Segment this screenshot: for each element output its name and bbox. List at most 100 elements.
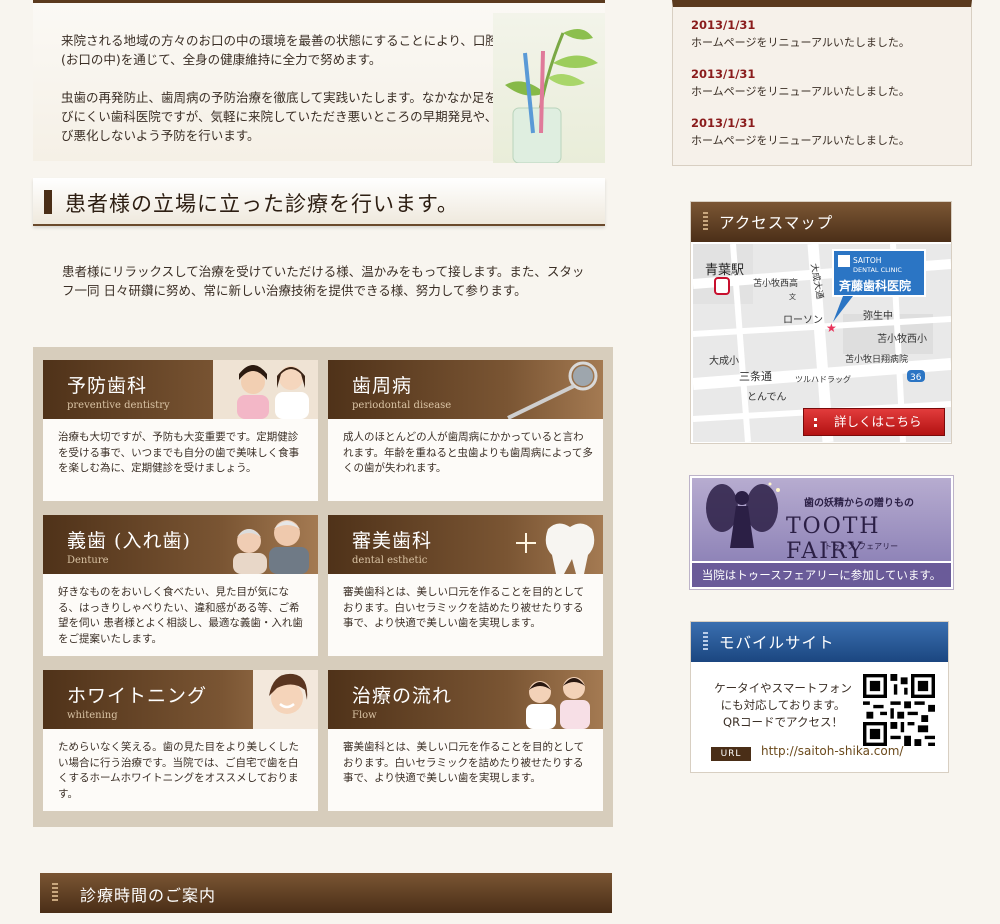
train-station-icon [714, 277, 730, 295]
qr-code-icon[interactable] [863, 674, 935, 746]
access-map-header: アクセスマップ [691, 202, 951, 242]
dental-mirror-icon [507, 361, 598, 419]
map-label-school1: 苫小牧西高 [753, 277, 798, 289]
clinic-name-jp: 斉藤歯科医院 [839, 278, 911, 293]
map-label-school2: 弥生中 [863, 309, 893, 322]
service-title[interactable]: ホワイトニング [67, 681, 207, 708]
patient-text: 患者様にリラックスして治療を受けていただける様、温かみをもって接します。また、ス… [62, 264, 585, 298]
access-map[interactable]: 青葉駅 SAITOH DENTAL CLINIC 斉藤歯科医院 ★ 苫小牧西高 … [693, 244, 951, 442]
access-map-widget: アクセスマップ 青葉駅 SAITOH DENTAL CLINIC 斉藤歯科医院 [690, 201, 952, 444]
map-details-button[interactable]: 詳しくはこちら [803, 408, 945, 436]
mobile-text-line1: ケータイやスマートフォン [714, 681, 852, 695]
service-title[interactable]: 治療の流れ [352, 681, 452, 708]
intro-para-1: 来院される地域の方々のお口の中の環境を最善の状態にすることにより、口腔内(お口の… [61, 33, 511, 67]
service-card-whitening[interactable]: ホワイトニング whitening ためらいなく笑える。歯の見た目をより美しくし… [43, 670, 318, 811]
service-card-flow[interactable]: 治療の流れ Flow 審美歯科とは、美しい口元を作ることを目的としております。白… [328, 670, 603, 811]
service-title[interactable]: 歯周病 [352, 371, 412, 398]
news-text[interactable]: ホームページをリニューアルいたしました。 [691, 34, 910, 51]
clinic-name-en2: DENTAL CLINIC [853, 266, 902, 274]
service-desc: ためらいなく笑える。歯の見た目をより美しくしたい場合に行う治療です。当院では、ご… [58, 741, 299, 800]
school-symbol-icon: 文 [789, 292, 796, 301]
mobile-site-text: ケータイやスマートフォン にも対応しております。 QRコードでアクセス！ [703, 680, 863, 731]
clinic-name-en1: SAITOH [853, 256, 881, 265]
service-desc: 治療も大切ですが、予防も大変重要です。定期健診を受ける事で、いつまでも自分の歯で… [58, 431, 300, 474]
mobile-url-link[interactable]: http://saitoh-shika.com/ [761, 744, 903, 758]
plant-toothbrush-image [493, 13, 605, 163]
service-card-preventive[interactable]: 予防歯科 preventive dentistry 治療も大切ですが、予防も大変… [43, 360, 318, 501]
service-desc: 審美歯科とは、美しい口元を作ることを目的としております。白いセラミックを詰めたり… [343, 586, 585, 629]
service-card-periodontal[interactable]: 歯周病 periodontal disease 成人のほとんどの人が歯周病にかか… [328, 360, 603, 501]
service-banner[interactable]: 歯周病 periodontal disease [328, 360, 603, 419]
intro-text: 来院される地域の方々のお口の中の環境を最善の状態にすることにより、口腔内(お口の… [61, 31, 521, 164]
service-card-esthetic[interactable]: 審美歯科 dental esthetic 審美歯科とは、美しい口元を作ることを目… [328, 515, 603, 656]
tooth-fairy-subtitle: 歯の妖精からの贈りもの [804, 498, 914, 509]
smiling-woman-photo [253, 670, 318, 729]
clinic-star-icon: ★ [826, 321, 837, 335]
service-subtitle: dental esthetic [352, 555, 428, 566]
mobile-text-line3: QRコードでアクセス！ [723, 715, 843, 729]
service-title[interactable]: 審美歯科 [352, 526, 432, 553]
services-panel: 予防歯科 preventive dentistry 治療も大切ですが、予防も大変… [33, 347, 613, 827]
map-label-tonden: とんでん [747, 391, 787, 403]
map-label-school4: 大成小 [709, 354, 739, 367]
service-banner[interactable]: 義歯 (入れ歯) Denture [43, 515, 318, 574]
intro-box: 来院される地域の方々のお口の中の環境を最善の状態にすることにより、口腔内(お口の… [33, 0, 605, 164]
heading-dots-icon [52, 883, 58, 903]
map-details-label[interactable]: 詳しくはこちら [834, 414, 922, 429]
news-box: 2013/1/31 ホームページをリニューアルいたしました。 2013/1/31… [672, 0, 972, 166]
news-item[interactable]: 2013/1/31 ホームページをリニューアルいたしました。 [691, 66, 910, 100]
tooth-fairy-kana: トゥース フェアリー [824, 542, 899, 551]
fairy-silhouette-icon [706, 482, 780, 548]
tooth-fairy-banner[interactable]: 歯の妖精からの贈りもの TOOTH FAIRY トゥース フェアリー 当院はトゥ… [689, 475, 954, 590]
heading-mark [44, 190, 52, 214]
tooth-icon [516, 523, 595, 574]
news-date: 2013/1/31 [691, 18, 756, 32]
news-date: 2013/1/31 [691, 116, 756, 130]
service-banner[interactable]: 予防歯科 preventive dentistry [43, 360, 318, 419]
map-label-hospital: 苫小牧日翔病院 [845, 353, 908, 365]
service-subtitle: Denture [67, 555, 109, 566]
staff-photo [526, 677, 590, 729]
news-date: 2013/1/31 [691, 67, 756, 81]
tooth-fairy-logo: TOOTH FAIRY [786, 514, 881, 561]
url-label: URL [711, 747, 751, 761]
news-item[interactable]: 2013/1/31 ホームページをリニューアルいたしました。 [691, 17, 910, 51]
news-text[interactable]: ホームページをリニューアルいたしました。 [691, 83, 910, 100]
service-subtitle: preventive dentistry [67, 400, 170, 411]
tooth-fairy-image[interactable]: 歯の妖精からの贈りもの TOOTH FAIRY トゥース フェアリー [692, 478, 951, 561]
map-label-street2: 三条通 [739, 369, 772, 383]
map-label-drug: ツルハドラッグ [795, 374, 851, 384]
service-title[interactable]: 予防歯科 [67, 371, 147, 398]
mobile-site-header: モバイルサイト [691, 622, 948, 662]
clinic-logo-icon [838, 255, 850, 267]
news-text[interactable]: ホームページをリニューアルいたしました。 [691, 132, 910, 149]
patient-heading-bar: 患者様の立場に立った診療を行います。 [33, 178, 605, 226]
service-card-denture[interactable]: 義歯 (入れ歯) Denture 好きなものをおいしく食べたい、見た目が気になる… [43, 515, 318, 656]
mobile-site-title: モバイルサイト [719, 634, 835, 652]
service-subtitle: whitening [67, 710, 118, 721]
intro-para-2: 虫歯の再発防止、歯周病の予防治療を徹底して実践いたします。なかなか足を運びにくい… [61, 90, 510, 143]
tooth-fairy-note[interactable]: 当院はトゥースフェアリーに参加しています。 [692, 563, 951, 587]
patient-heading: 患者様の立場に立った診療を行います。 [65, 192, 459, 216]
service-desc: 審美歯科とは、美しい口元を作ることを目的としております。白いセラミックを詰めたり… [343, 741, 585, 784]
service-desc: 成人のほとんどの人が歯周病にかかっていると言われます。年齢を重ねると虫歯よりも歯… [343, 431, 593, 474]
elderly-couple-photo [233, 520, 309, 574]
service-title[interactable]: 義歯 (入れ歯) [67, 526, 191, 553]
access-map-title: アクセスマップ [719, 214, 834, 232]
service-subtitle: Flow [352, 710, 377, 721]
service-desc: 好きなものをおいしく食べたい、見た目が気になる、はっきりしゃべりたい、違和感があ… [58, 586, 303, 645]
heading-dots-icon [703, 632, 708, 652]
map-label-school3: 苫小牧西小 [877, 332, 927, 345]
service-subtitle: periodontal disease [352, 400, 452, 411]
service-banner[interactable]: ホワイトニング whitening [43, 670, 318, 729]
mother-child-photo [213, 360, 318, 419]
service-banner[interactable]: 審美歯科 dental esthetic [328, 515, 603, 574]
mobile-text-line2: にも対応しております。 [720, 698, 846, 712]
heading-dots-icon [703, 212, 708, 232]
service-banner[interactable]: 治療の流れ Flow [328, 670, 603, 729]
news-item[interactable]: 2013/1/31 ホームページをリニューアルいたしました。 [691, 115, 910, 149]
station-label: 青葉駅 [705, 263, 744, 278]
hours-heading-bar: 診療時間のご案内 [40, 873, 612, 913]
map-label-lawson: ローソン [783, 315, 823, 326]
mobile-site-widget: モバイルサイト ケータイやスマートフォン にも対応しております。 QRコードでア… [690, 621, 949, 773]
